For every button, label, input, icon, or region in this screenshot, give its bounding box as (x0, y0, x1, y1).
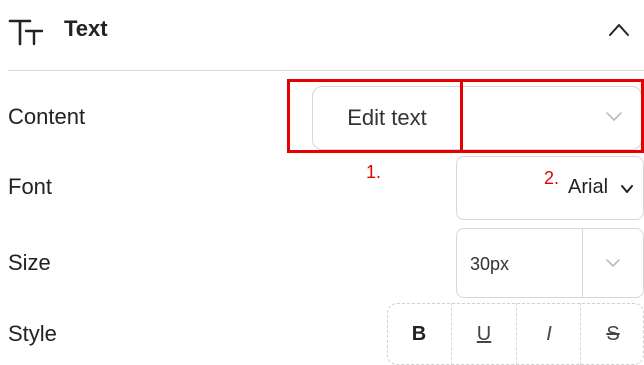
font-value: Arial (568, 176, 609, 198)
strikethrough-button[interactable]: S (581, 303, 644, 365)
bold-button[interactable]: B (387, 303, 451, 365)
header-divider (8, 70, 644, 71)
section-title: Text (64, 16, 108, 41)
italic-button[interactable]: I (517, 303, 581, 365)
content-label: Content (8, 104, 86, 129)
chevron-down-icon[interactable] (620, 182, 634, 194)
underline-button[interactable]: U (452, 303, 516, 365)
text-format-icon (8, 18, 46, 46)
size-value: 30px (470, 254, 510, 274)
annotation-label-2: 2. (544, 168, 560, 188)
chevron-up-icon[interactable] (607, 20, 631, 40)
size-label: Size (8, 250, 51, 275)
annotation-label-1: 1. (366, 162, 382, 182)
size-divider (582, 228, 583, 298)
font-label: Font (8, 174, 53, 199)
chevron-down-icon[interactable] (604, 256, 622, 270)
annotation-box-2 (461, 79, 644, 153)
annotation-box-1 (287, 79, 463, 153)
style-label: Style (8, 321, 57, 346)
